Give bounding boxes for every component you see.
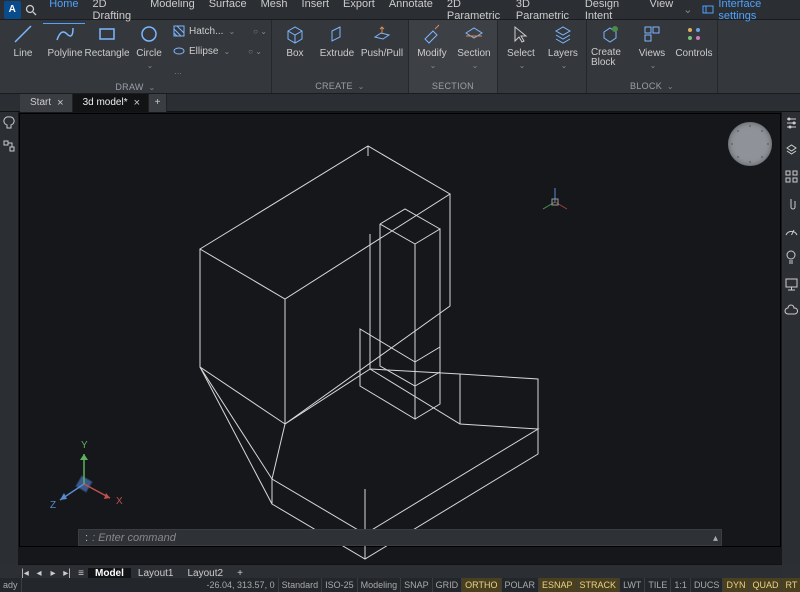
controls-icon xyxy=(682,22,706,46)
cloud-icon[interactable] xyxy=(784,305,798,316)
command-input[interactable]: :: Enter command xyxy=(78,529,722,546)
create-block-button[interactable]: Create Block xyxy=(591,22,629,78)
cmd-expand-icon[interactable]: ▴ xyxy=(713,533,718,544)
bulb2-icon[interactable] xyxy=(785,250,797,264)
sliders-icon[interactable] xyxy=(785,116,798,129)
status-ready: ady xyxy=(0,578,22,592)
box-button[interactable]: Box xyxy=(276,22,314,78)
ribbon-group-select: Select⌄ Layers⌄ xyxy=(498,20,587,93)
more-button[interactable]: … xyxy=(172,62,267,80)
svg-text:Y: Y xyxy=(81,440,88,451)
controls-button[interactable]: Controls xyxy=(675,22,713,78)
toggle-ducs[interactable]: DUCS xyxy=(691,578,724,592)
doc-tab-0[interactable]: Start× xyxy=(20,94,73,112)
chevron-down-icon[interactable]: ⌄ xyxy=(147,61,154,70)
ellipse-button[interactable]: Ellipse⌄○ ⌄ xyxy=(172,42,267,60)
ribbon-group-draw: Line Polyline Rectangle Circle⌄ Hatch...… xyxy=(0,20,272,93)
box-icon xyxy=(283,22,307,46)
status-standard[interactable]: Standard xyxy=(279,578,323,592)
doc-tabstrip: Start×3d model*×+ xyxy=(0,94,800,112)
section-button[interactable]: Section⌄ xyxy=(455,22,493,78)
extrude-icon xyxy=(325,22,349,46)
attach-icon[interactable] xyxy=(785,197,797,211)
toggle-tile[interactable]: TILE xyxy=(645,578,671,592)
close-icon[interactable]: × xyxy=(57,97,63,109)
status-bar: ady -26.04, 313.57, 0 Standard ISO-25 Mo… xyxy=(0,578,800,592)
canvas-area: X Y Z :: Enter command ▴ xyxy=(18,112,782,564)
dashboard-icon[interactable] xyxy=(785,225,798,236)
wireframe-model xyxy=(20,114,780,554)
cursor-3d-icon xyxy=(543,188,567,209)
toggle-dyn[interactable]: DYN xyxy=(723,578,749,592)
app-logo[interactable]: A xyxy=(4,1,21,19)
circle-button[interactable]: Circle⌄ xyxy=(130,22,168,78)
right-sidebar xyxy=(782,112,800,564)
pushpull-icon xyxy=(370,22,394,46)
toggle-snap[interactable]: SNAP xyxy=(401,578,433,592)
ellipse-icon xyxy=(172,44,186,58)
toggle-quad[interactable]: QUAD xyxy=(749,578,782,592)
viewport[interactable]: X Y Z :: Enter command ▴ xyxy=(20,114,780,546)
views-button[interactable]: Views⌄ xyxy=(633,22,671,78)
svg-text:Z: Z xyxy=(50,500,56,511)
block-icon xyxy=(598,22,622,46)
ribbon: Line Polyline Rectangle Circle⌄ Hatch...… xyxy=(0,20,800,94)
rectangle-button[interactable]: Rectangle xyxy=(88,22,126,78)
doc-tab-1[interactable]: 3d model*× xyxy=(73,94,149,112)
layers-panel-icon[interactable] xyxy=(785,143,798,156)
polyline-button[interactable]: Polyline xyxy=(46,22,84,78)
section-icon xyxy=(462,22,486,46)
hatch-button[interactable]: Hatch...⌄○ ⌄ xyxy=(172,22,267,40)
bulb-icon[interactable] xyxy=(3,116,15,130)
layers-button[interactable]: Layers⌄ xyxy=(544,22,582,78)
hatch-icon xyxy=(172,24,186,38)
modify-button[interactable]: Modify⌄ xyxy=(413,22,451,78)
search-icon[interactable] xyxy=(25,4,40,16)
pushpull-button[interactable]: Push/Pull xyxy=(360,22,404,78)
presentation-icon[interactable] xyxy=(785,278,798,291)
chevron-down-icon[interactable]: ⌄ xyxy=(679,3,696,16)
toggle-grid[interactable]: GRID xyxy=(433,578,463,592)
toggle-ortho[interactable]: ORTHO xyxy=(462,578,501,592)
ribbon-group-create: Box Extrude Push/Pull CREATE ⌄ xyxy=(272,20,409,93)
toggle-esnap[interactable]: ESNAP xyxy=(539,578,577,592)
interface-settings-link[interactable]: Interface settings xyxy=(696,0,800,22)
status-iso[interactable]: ISO-25 xyxy=(322,578,358,592)
select-button[interactable]: Select⌄ xyxy=(502,22,540,78)
line-button[interactable]: Line xyxy=(4,22,42,78)
toggle-strack[interactable]: STRACK xyxy=(577,578,621,592)
menubar: A Home2D DraftingModelingSurfaceMeshInse… xyxy=(0,0,800,20)
view-cube[interactable] xyxy=(728,122,772,166)
ribbon-group-block: Create Block Views⌄ Controls BLOCK ⌄ xyxy=(587,20,718,93)
rectangle-icon xyxy=(95,22,119,46)
extrude-button[interactable]: Extrude xyxy=(318,22,356,78)
circle-icon xyxy=(137,22,161,46)
toggle-polar[interactable]: POLAR xyxy=(502,578,540,592)
views-icon xyxy=(640,22,664,46)
toggle-lwt[interactable]: LWT xyxy=(620,578,645,592)
structure-icon[interactable] xyxy=(3,140,15,152)
status-mode[interactable]: Modeling xyxy=(358,578,402,592)
svg-text:X: X xyxy=(116,496,123,507)
ribbon-group-section: Modify⌄ Section⌄ SECTION xyxy=(409,20,498,93)
status-coords: -26.04, 313.57, 0 xyxy=(204,578,279,592)
cursor-icon xyxy=(509,22,533,46)
line-icon xyxy=(11,22,35,46)
doc-tab-add[interactable]: + xyxy=(149,94,167,112)
toggle-1:1[interactable]: 1:1 xyxy=(671,578,691,592)
toggle-rt[interactable]: RT xyxy=(782,578,800,592)
left-sidebar xyxy=(0,112,18,564)
ucs-tripod: X Y Z xyxy=(48,436,128,516)
layers-icon xyxy=(551,22,575,46)
modify-icon xyxy=(420,22,444,46)
polyline-icon xyxy=(53,22,77,46)
grid-icon[interactable] xyxy=(785,170,798,183)
close-icon[interactable]: × xyxy=(134,97,140,109)
